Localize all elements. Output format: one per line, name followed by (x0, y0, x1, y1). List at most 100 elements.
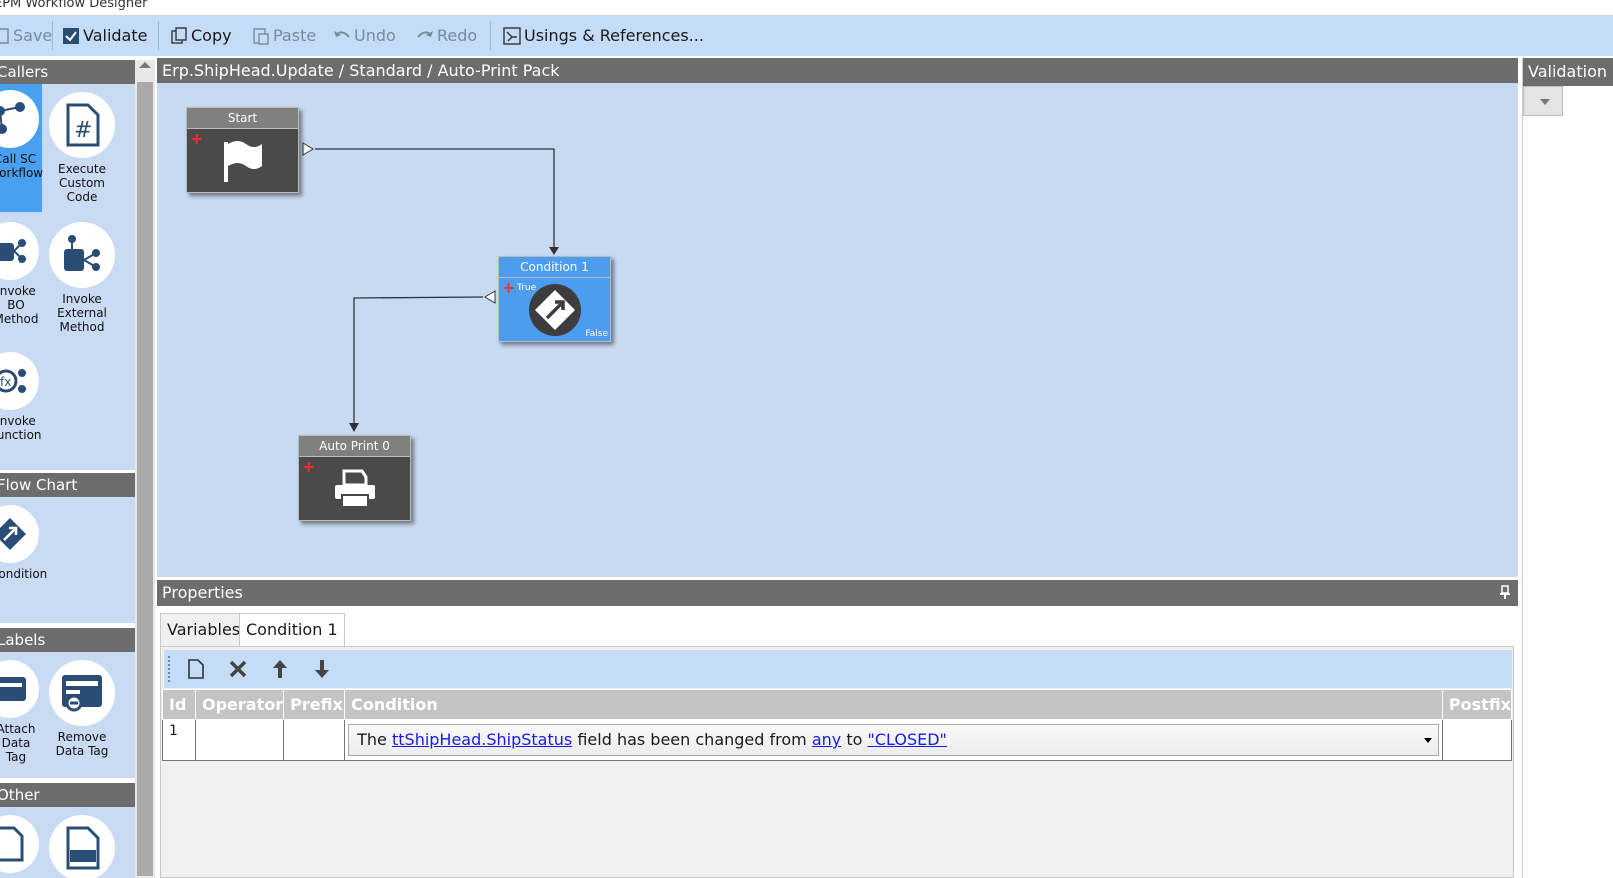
remove-tag-icon (49, 660, 115, 726)
column-header-prefix[interactable]: Prefix (283, 689, 346, 720)
validation-header: Validation (1523, 58, 1613, 86)
activity-toolbox: Callers Call SC Workflow # Execute Custo… (0, 56, 157, 878)
cell-operator[interactable] (194, 719, 285, 761)
copy-button[interactable]: Copy (170, 15, 232, 56)
condition-icon (499, 279, 610, 341)
toolbar-separator (52, 21, 53, 50)
hash-file-icon: # (49, 92, 115, 158)
redo-icon (416, 27, 434, 45)
condition-icon (0, 505, 39, 563)
node-start[interactable]: Start + (186, 107, 299, 193)
validation-dropdown[interactable] (1523, 86, 1563, 116)
delete-x-icon (229, 660, 247, 678)
document-icon (0, 815, 39, 873)
window-titlebar: EPM Workflow Designer (0, 0, 1613, 15)
node-condition-1[interactable]: Condition 1 + True False (498, 256, 611, 342)
bo-method-icon (0, 222, 39, 280)
group-body-other (0, 807, 135, 878)
move-up-button[interactable] (268, 657, 292, 681)
column-header-operator[interactable]: Operator (194, 689, 285, 720)
external-method-icon (49, 222, 115, 288)
canvas-breadcrumb: Erp.ShipHead.Update / Standard / Auto-Pr… (157, 58, 1518, 83)
tool-invoke-bo-method[interactable]: Invoke BO Method (0, 222, 42, 326)
cell-condition: The ttShipHead.ShipStatus field has been… (344, 719, 1443, 761)
connector-condition-to-autoprint (353, 296, 484, 429)
arrowhead-icon (549, 247, 559, 255)
group-header-flow-chart[interactable]: Flow Chart (0, 473, 135, 497)
connector-start-to-condition (315, 148, 555, 253)
chevron-down-icon[interactable] (1423, 738, 1432, 743)
arrow-down-icon (315, 660, 329, 678)
save-icon (0, 27, 10, 45)
scrollbar-thumb[interactable] (137, 82, 153, 876)
condition-grid: Id Operator Prefix Condition Postfix 1 T… (162, 689, 1513, 761)
copy-icon (170, 26, 188, 45)
pin-icon[interactable] (1500, 585, 1510, 599)
output-port-icon (302, 142, 314, 156)
validate-button[interactable]: Validate (62, 15, 147, 56)
arrow-up-icon (273, 660, 287, 678)
toolbox-scrollbar[interactable] (135, 60, 155, 878)
checkbox-check-icon (62, 27, 80, 45)
input-port-icon (484, 290, 496, 304)
redo-button[interactable]: Redo (416, 15, 477, 56)
paste-button[interactable]: Paste (252, 15, 316, 56)
main-toolbar: Save Validate Copy Paste Undo Redo Using… (0, 15, 1613, 56)
window-title: EPM Workflow Designer (0, 0, 148, 11)
log-file-icon (49, 815, 115, 878)
usings-references-button[interactable]: Usings & References... (503, 15, 704, 56)
column-header-id[interactable]: Id (162, 689, 196, 720)
condition-to-link[interactable]: "CLOSED" (868, 730, 947, 749)
group-body-labels: Attach Data Tag Remove Data Tag (0, 652, 135, 778)
printer-icon (299, 458, 410, 520)
tool-invoke-external-method[interactable]: Invoke External Method (49, 222, 115, 334)
paste-icon (252, 27, 270, 45)
condition-grid-toolbar (164, 650, 1512, 688)
group-body-flow-chart: Condition (0, 497, 135, 623)
condition-field-link[interactable]: ttShipHead.ShipStatus (392, 730, 572, 749)
tool-other-2[interactable] (49, 815, 115, 878)
references-icon (503, 26, 521, 45)
tool-other-1[interactable] (0, 815, 42, 877)
scroll-up-icon[interactable] (139, 62, 151, 68)
chevron-down-icon (1540, 99, 1550, 105)
condition-editor[interactable]: The ttShipHead.ShipStatus field has been… (348, 724, 1439, 756)
move-down-button[interactable] (310, 657, 334, 681)
delete-row-button[interactable] (226, 657, 250, 681)
tool-execute-custom-code[interactable]: # Execute Custom Code (49, 92, 115, 204)
table-row[interactable]: 1 The ttShipHead.ShipStatus field has be… (162, 719, 1513, 761)
condition-from-link[interactable]: any (812, 730, 841, 749)
undo-button[interactable]: Undo (333, 15, 396, 56)
undo-icon (333, 27, 351, 45)
properties-header: Properties (157, 580, 1518, 606)
toolbar-grip[interactable] (168, 656, 171, 682)
tool-attach-data-tag[interactable]: Attach Data Tag (0, 660, 42, 764)
toolbar-separator (158, 21, 159, 50)
workflow-icon (0, 90, 39, 148)
arrowhead-icon (349, 423, 359, 432)
tool-invoke-function[interactable]: fx Invoke Function (0, 352, 42, 442)
workflow-canvas[interactable]: Start + Condition 1 + True False Auto Pr… (157, 83, 1518, 577)
cell-postfix[interactable] (1441, 719, 1513, 761)
new-document-icon (188, 659, 204, 679)
toolbar-separator (490, 21, 491, 50)
tool-call-sc-workflow[interactable]: Call SC Workflow (0, 84, 43, 212)
node-auto-print-0[interactable]: Auto Print 0 + (298, 435, 411, 521)
group-body-callers: Call SC Workflow # Execute Custom Code I… (0, 84, 135, 470)
group-header-callers[interactable]: Callers (0, 60, 135, 84)
tab-variables[interactable]: Variables (160, 613, 248, 646)
group-header-labels[interactable]: Labels (0, 628, 135, 652)
save-button[interactable]: Save (0, 15, 52, 56)
svg-text:fx: fx (0, 375, 11, 389)
cell-prefix[interactable] (283, 719, 346, 761)
column-header-postfix[interactable]: Postfix (1441, 689, 1513, 720)
grid-header-row: Id Operator Prefix Condition Postfix (162, 689, 1513, 720)
properties-body: Variables Condition 1 Id Operator Prefix… (157, 606, 1518, 878)
tool-remove-data-tag[interactable]: Remove Data Tag (49, 660, 115, 758)
tool-condition[interactable]: Condition (0, 505, 47, 581)
condition-tab-content: Id Operator Prefix Condition Postfix 1 T… (160, 646, 1514, 878)
new-row-button[interactable] (184, 657, 208, 681)
group-header-other[interactable]: Other (0, 783, 135, 807)
tab-condition-1[interactable]: Condition 1 (239, 613, 345, 647)
column-header-condition[interactable]: Condition (344, 689, 1443, 720)
